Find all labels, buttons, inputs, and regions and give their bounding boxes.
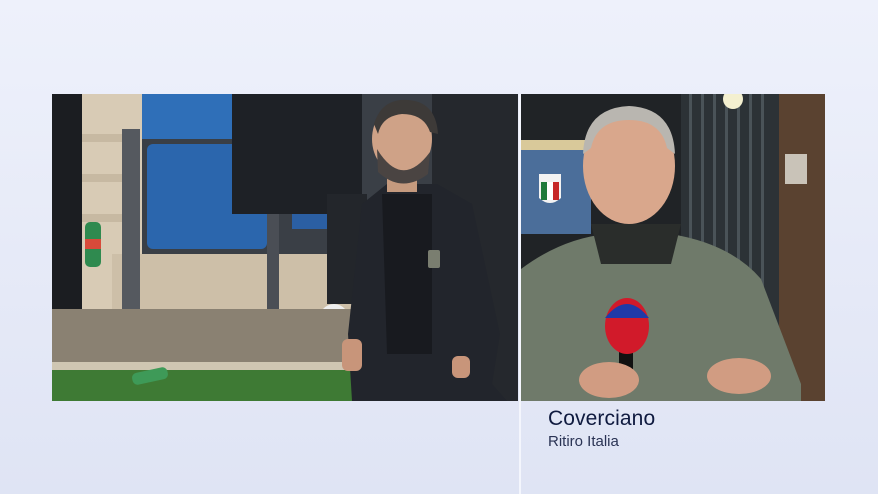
left-video-feed [52, 94, 518, 401]
jacket-crest [428, 250, 440, 268]
reporter-scene [521, 94, 825, 401]
sideline-scene [52, 94, 518, 401]
panel-divider [519, 94, 521, 494]
caption-subtitle: Ritiro Italia [548, 433, 619, 450]
broadcast-screen: { "caption": { "location": "Coverciano",… [0, 0, 878, 494]
right-video-feed [521, 94, 825, 401]
italia-crest-icon [539, 174, 561, 203]
caption-location: Coverciano [548, 407, 656, 430]
location-caption: Coverciano Ritiro Italia [548, 406, 848, 452]
